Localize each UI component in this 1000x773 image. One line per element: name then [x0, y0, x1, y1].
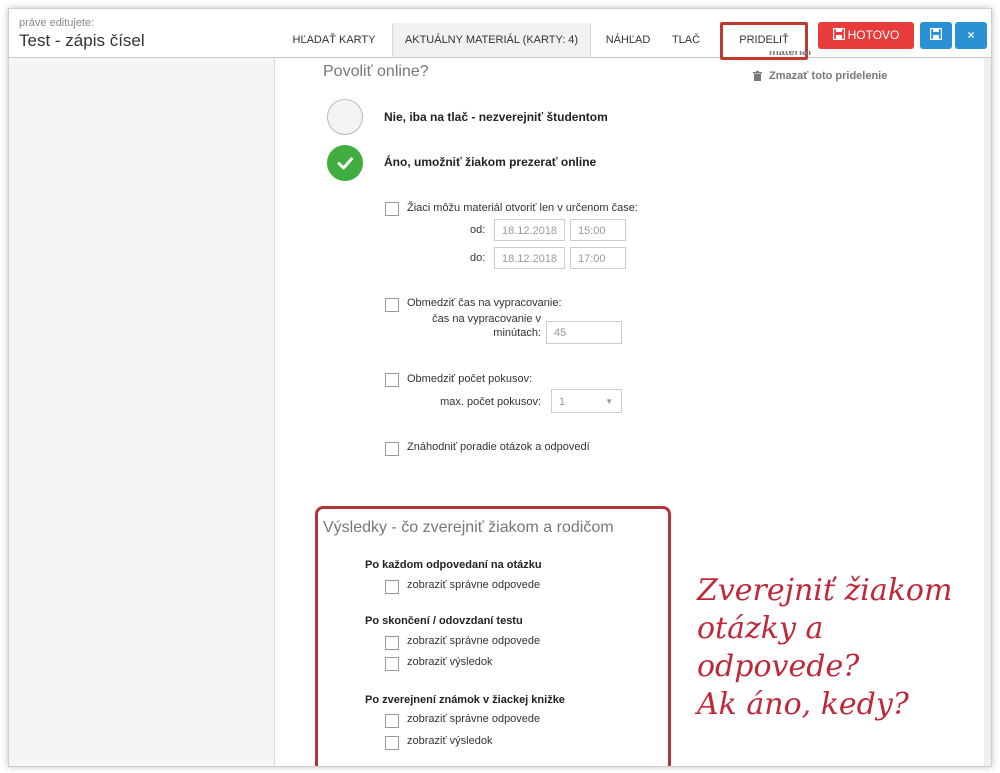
delete-assignment-link[interactable]: Zmazať toto pridelenie	[769, 70, 887, 82]
limit-time-field-label-line2: minútach:	[493, 327, 541, 339]
limit-time-checkbox[interactable]	[385, 298, 399, 312]
handwritten-annotation: Zverejniť žiakom otázky a odpovede? Ak á…	[697, 572, 987, 724]
limit-time-label: Obmedziť čas na vypracovanie:	[407, 297, 562, 309]
option-label: zobraziť správne odpovede	[407, 635, 541, 647]
save-icon	[929, 27, 943, 41]
save-icon	[832, 27, 845, 41]
to-label: do:	[470, 252, 486, 264]
option-checkbox[interactable]	[385, 736, 399, 750]
close-icon: ×	[967, 28, 975, 42]
from-time-input[interactable]: 15:00	[570, 219, 626, 241]
option-checkbox[interactable]	[385, 714, 399, 728]
left-panel	[9, 58, 275, 766]
close-button[interactable]: ×	[955, 22, 987, 49]
radio-print-only-label: Nie, iba na tlač - nezverejniť študentom	[384, 110, 608, 124]
radio-online-label: Áno, umožniť žiakom prezerať online	[384, 155, 597, 169]
tab-current-material[interactable]: AKTUÁLNY MATERIÁL (KARTY: 4)	[392, 23, 591, 57]
done-button[interactable]: HOTOVO	[818, 22, 914, 49]
chevron-down-icon: ▼	[605, 397, 613, 406]
minutes-input[interactable]: 45	[546, 321, 622, 344]
option-label: zobraziť výsledok	[407, 656, 493, 668]
group-title-after-grades: Po zverejnení známok v žiackej knižke	[365, 694, 565, 706]
trash-icon	[753, 71, 762, 84]
save-button[interactable]	[920, 22, 952, 49]
document-title: Test - zápis čísel	[19, 31, 145, 50]
tab-preview[interactable]: NÁHĽAD	[597, 23, 659, 57]
time-window-label: Žiaci môžu materiál otvoriť len v určeno…	[407, 202, 638, 214]
done-button-label: HOTOVO	[847, 28, 900, 42]
limit-attempts-label: Obmedziť počet pokusov:	[407, 373, 533, 385]
annotation-line-1: Zverejniť žiakom	[697, 573, 953, 608]
app-window: práve editujete: Test - zápis čísel HĽAD…	[8, 8, 992, 767]
to-date-input[interactable]: 18.12.2018	[494, 247, 565, 269]
annotation-line-2: otázky a odpovede?	[697, 611, 860, 684]
from-date-input[interactable]: 18.12.2018	[494, 219, 565, 241]
limit-time-field-label-line1: čas na vypracovanie v	[432, 313, 541, 325]
option-label: zobraziť správne odpovede	[407, 713, 541, 725]
top-bar: práve editujete: Test - zápis čísel HĽAD…	[9, 9, 991, 60]
time-window-checkbox[interactable]	[385, 202, 399, 216]
max-attempts-value: 1	[559, 396, 566, 408]
tab-print[interactable]: TLAČ	[668, 23, 704, 57]
tab-search-cards[interactable]: HĽADAŤ KARTY	[285, 23, 383, 57]
shuffle-checkbox[interactable]	[385, 442, 399, 456]
radio-online[interactable]	[327, 145, 363, 181]
option-checkbox[interactable]	[385, 657, 399, 671]
editing-label: práve editujete:	[19, 17, 95, 29]
shuffle-label: Znáhodniť poradie otázok a odpovedí	[407, 441, 590, 453]
results-section-title: Výsledky - čo zverejniť žiakom a rodičom	[323, 519, 614, 536]
from-label: od:	[470, 224, 486, 236]
limit-attempts-checkbox[interactable]	[385, 373, 399, 387]
max-attempts-select[interactable]: 1 ▼	[551, 389, 622, 413]
group-title-after-each-answer: Po každom odpovedaní na otázku	[365, 559, 542, 571]
material-link[interactable]: materiál	[769, 51, 811, 59]
annotation-line-3: Ak áno, kedy?	[697, 687, 909, 722]
max-attempts-label: max. počet pokusov:	[440, 396, 541, 408]
option-label: zobraziť správne odpovede	[407, 579, 541, 591]
group-title-after-test: Po skončení / odovzdaní testu	[365, 615, 523, 627]
to-time-input[interactable]: 17:00	[570, 247, 626, 269]
option-label: zobraziť výsledok	[407, 735, 493, 747]
online-section-title: Povoliť online?	[323, 63, 429, 80]
option-checkbox[interactable]	[385, 636, 399, 650]
radio-print-only[interactable]	[327, 99, 363, 135]
check-icon	[337, 157, 353, 170]
option-checkbox[interactable]	[385, 580, 399, 594]
